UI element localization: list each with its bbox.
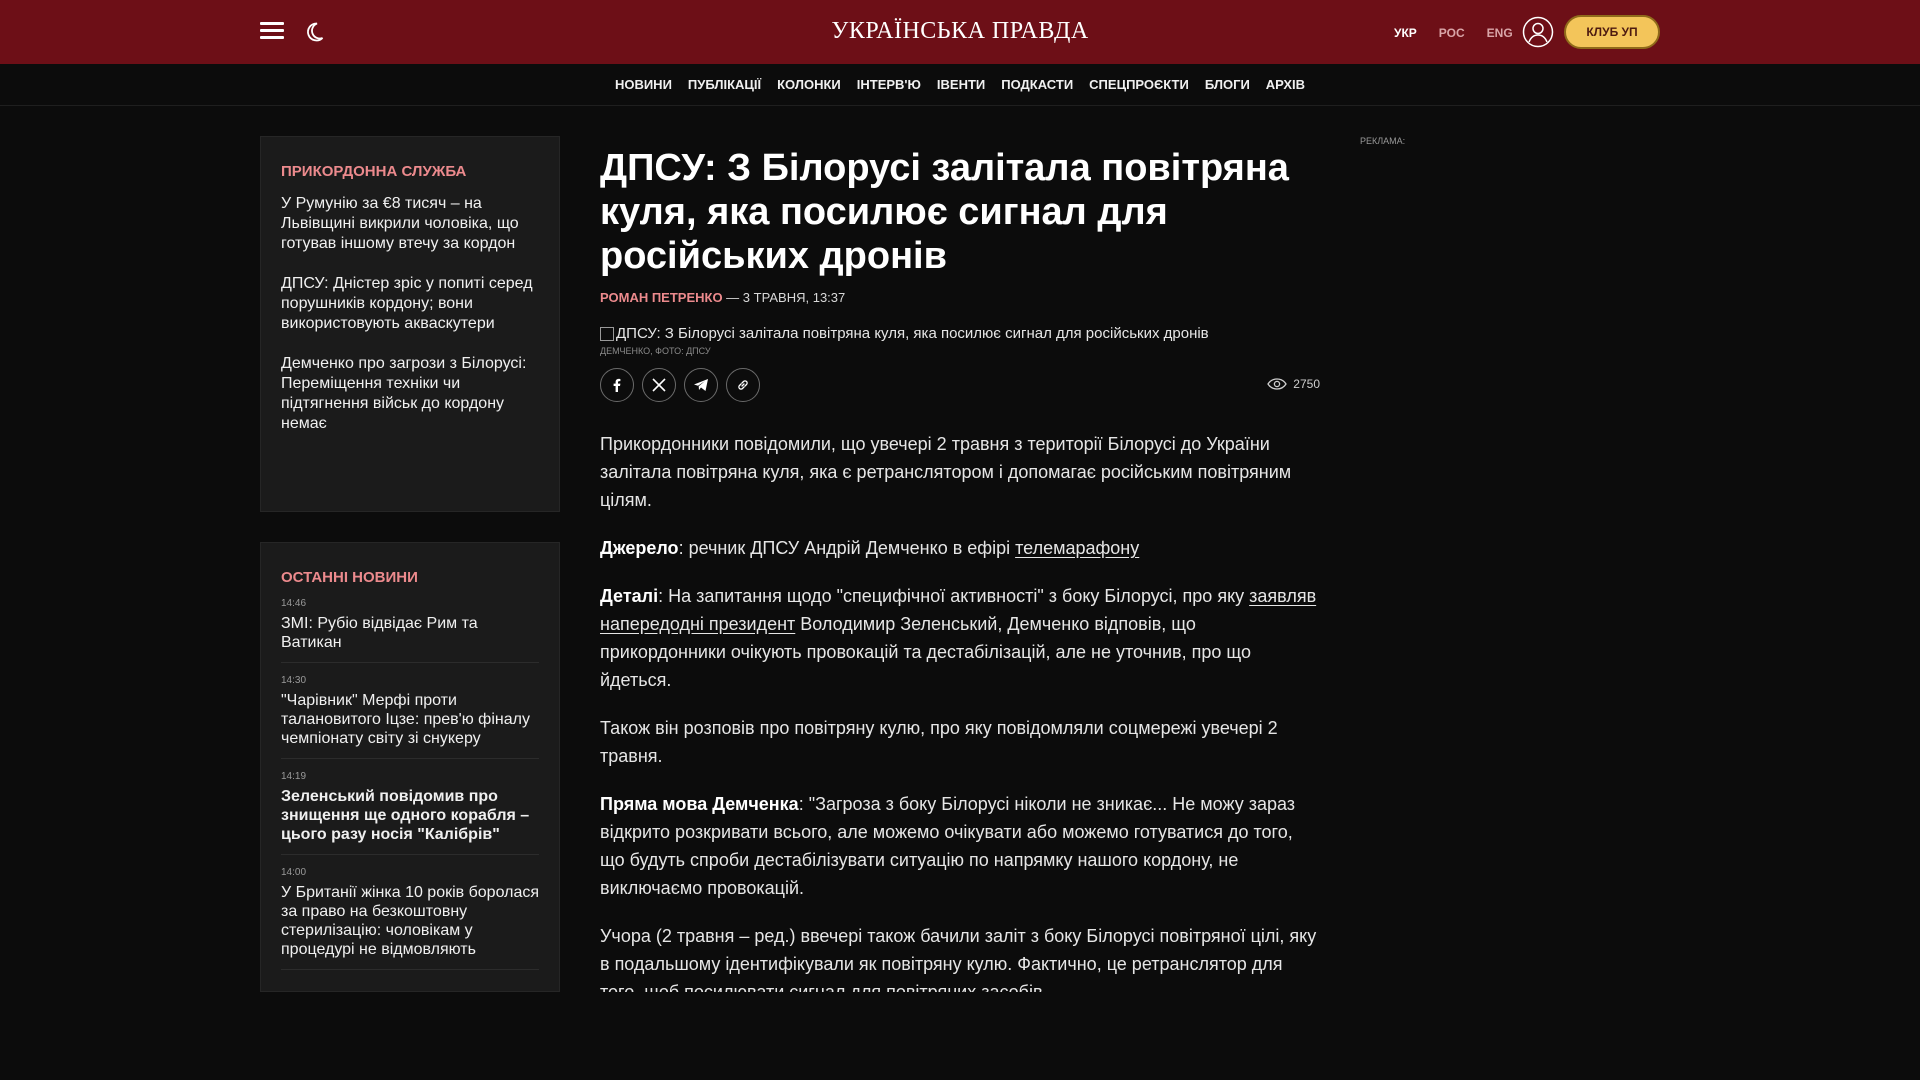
x-icon bbox=[652, 378, 666, 392]
byline: РОМАН ПЕТРЕНКО — 3 ТРАВНЯ, 13:37 bbox=[600, 290, 1320, 305]
news-time: 14:46 bbox=[281, 598, 307, 609]
telegram-icon bbox=[694, 379, 708, 391]
source-label: Джерело bbox=[600, 538, 679, 558]
nav-publications[interactable]: ПУБЛІКАЦІЇ bbox=[688, 77, 761, 92]
nav-archive[interactable]: АРХІВ bbox=[1266, 77, 1305, 92]
paragraph: Джерело: речник ДПСУ Андрій Демченко в е… bbox=[600, 534, 1320, 562]
nav-specprojects[interactable]: СПЕЦПРОЄКТИ bbox=[1089, 77, 1189, 92]
news-title[interactable]: У Британії жінка 10 років боролася за пр… bbox=[281, 883, 539, 959]
telemarathon-link[interactable]: телемарафону bbox=[1015, 538, 1139, 558]
nav-podcasts[interactable]: ПОДКАСТИ bbox=[1001, 77, 1073, 92]
latest-news-title[interactable]: ОСТАННІ НОВИНИ bbox=[281, 569, 539, 586]
dark-mode-icon[interactable] bbox=[302, 20, 326, 44]
paragraph: Деталі: На запитання щодо "специфічної а… bbox=[600, 582, 1320, 694]
views-counter: 2750 bbox=[1267, 377, 1320, 391]
user-icon[interactable] bbox=[1522, 16, 1554, 48]
nav-blogs[interactable]: БЛОГИ bbox=[1205, 77, 1250, 92]
nav-interviews[interactable]: ІНТЕРВ'Ю bbox=[857, 77, 921, 92]
quote-label: Пряма мова Демченка bbox=[600, 794, 799, 814]
news-title[interactable]: ЗМІ: Рубіо відвідає Рим та Ватикан bbox=[281, 614, 539, 652]
lang-ukr[interactable]: УКР bbox=[1394, 26, 1417, 40]
latest-news-box: ОСТАННІ НОВИНИ 14:46 ЗМІ: Рубіо відвідає… bbox=[260, 542, 560, 992]
nav-columns[interactable]: КОЛОНКИ bbox=[777, 77, 841, 92]
details-label: Деталі bbox=[600, 586, 659, 606]
paragraph-text: : На запитання щодо "специфічної активно… bbox=[658, 586, 1250, 606]
topic-item[interactable]: У Румунію за €8 тисяч – на Львівщині вик… bbox=[281, 194, 539, 254]
link-icon bbox=[738, 380, 748, 390]
lang-eng[interactable]: ENG bbox=[1487, 26, 1513, 40]
paragraph-text: : речник ДПСУ Андрій Демченко в ефірі bbox=[678, 538, 1016, 558]
news-time: 14:00 bbox=[281, 867, 307, 878]
article-date: — 3 ТРАВНЯ, 13:37 bbox=[722, 290, 846, 305]
topic-item[interactable]: Демченко про загрози з Білорусі: Переміщ… bbox=[281, 354, 539, 434]
photo-alt-text: ДПСУ: З Білорусі залітала повітряна куля… bbox=[616, 325, 1209, 342]
nav-news[interactable]: НОВИНИ bbox=[615, 77, 672, 92]
topic-box: ПРИКОРДОННА СЛУЖБА У Румунію за €8 тисяч… bbox=[260, 136, 560, 512]
news-item[interactable]: 14:19 Зеленський повідомив про знищення … bbox=[281, 771, 539, 855]
news-time: 14:30 bbox=[281, 675, 307, 686]
x-share-button[interactable] bbox=[642, 368, 676, 402]
article-headline: ДПСУ: З Білорусі залітала повітряна куля… bbox=[600, 147, 1289, 277]
views-count: 2750 bbox=[1293, 377, 1320, 391]
language-switcher: УКР РОС ENG bbox=[1394, 26, 1513, 40]
page-bottom bbox=[0, 992, 1920, 1080]
topic-item[interactable]: ДПСУ: Дністер зріс у попиті серед порушн… bbox=[281, 274, 539, 334]
news-time: 14:19 bbox=[281, 771, 307, 782]
club-button[interactable]: КЛУБ УП bbox=[1564, 15, 1660, 49]
news-item[interactable]: 14:30 "Чарівник" Мерфі проти талановитог… bbox=[281, 675, 539, 759]
broken-image-icon bbox=[600, 326, 614, 341]
news-item[interactable]: 14:46 ЗМІ: Рубіо відвідає Рим та Ватикан bbox=[281, 598, 539, 663]
facebook-icon bbox=[613, 378, 621, 392]
site-logo[interactable]: УКРАЇНСЬКА ПРАВДА bbox=[831, 18, 1088, 44]
telegram-share-button[interactable] bbox=[684, 368, 718, 402]
article-body: Прикордонники повідомили, що увечері 2 т… bbox=[600, 430, 1320, 1006]
topic-title[interactable]: ПРИКОРДОННА СЛУЖБА bbox=[281, 163, 539, 180]
photo-caption: ДЕМЧЕНКО, ФОТО: ДПСУ bbox=[600, 346, 711, 356]
lang-ros[interactable]: РОС bbox=[1439, 26, 1465, 40]
ad-label: РЕКЛАМА: bbox=[1360, 136, 1406, 146]
eye-icon bbox=[1267, 378, 1288, 390]
author-link[interactable]: РОМАН ПЕТРЕНКО bbox=[600, 290, 723, 305]
paragraph: Прикордонники повідомили, що увечері 2 т… bbox=[600, 434, 1292, 510]
news-title[interactable]: Зеленський повідомив про знищення ще одн… bbox=[281, 787, 539, 844]
news-item[interactable]: 14:00 У Британії жінка 10 років боролася… bbox=[281, 867, 539, 970]
article-photo: ДПСУ: З Білорусі залітала повітряна куля… bbox=[600, 325, 1320, 342]
copy-link-button[interactable] bbox=[726, 368, 760, 402]
main-nav: НОВИНИ ПУБЛІКАЦІЇ КОЛОНКИ ІНТЕРВ'Ю ІВЕНТ… bbox=[0, 64, 1920, 106]
news-title[interactable]: "Чарівник" Мерфі проти талановитого Іцзе… bbox=[281, 691, 539, 748]
top-bar: УКРАЇНСЬКА ПРАВДА УКР РОС ENG КЛУБ УП bbox=[0, 0, 1920, 64]
paragraph: Пряма мова Демченка: "Загроза з боку Біл… bbox=[600, 790, 1320, 902]
paragraph: Також він розповів про повітряну кулю, п… bbox=[600, 718, 1278, 766]
nav-events[interactable]: ІВЕНТИ bbox=[937, 77, 985, 92]
share-row: 2750 bbox=[600, 368, 1320, 402]
facebook-share-button[interactable] bbox=[600, 368, 634, 402]
menu-icon[interactable] bbox=[260, 22, 284, 40]
article: ДПСУ: З Білорусі залітала повітряна куля… bbox=[600, 146, 1320, 1006]
